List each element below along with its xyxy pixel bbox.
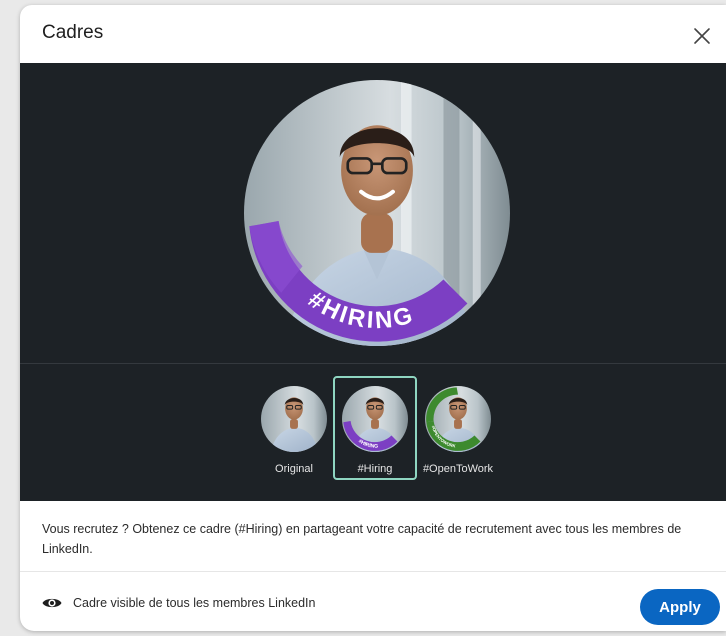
frame-option-label: #OpenToWork [422,463,494,475]
dialog-title: Cadres [42,22,104,43]
close-icon[interactable] [691,25,713,47]
dialog-header: Cadres [20,5,726,63]
frame-option-opentowork[interactable]: #OPENTOWORK [425,386,491,452]
frames-dialog: Cadres #HIRING Original #HIRING #Hiring … [20,5,726,631]
description-text: Vous recrutez ? Obtenez ce cadre (#Hirin… [42,522,682,556]
frame-option-label: Original [275,463,313,475]
dialog-footer: Cadre visible de tous les membres Linked… [20,572,726,631]
frame-option-label: #Hiring [357,463,393,475]
profile-photo-preview: #HIRING [244,80,510,346]
eye-icon [42,598,62,608]
frame-preview: #HIRING [20,63,726,363]
frame-option-hiring[interactable]: #HIRING [342,386,408,452]
apply-button[interactable]: Apply [640,589,720,625]
frame-selector: Original #HIRING #Hiring #OPENTOWORK #Op… [20,363,726,501]
frame-option-original[interactable] [261,386,327,452]
frame-description: Vous recrutez ? Obtenez ce cadre (#Hirin… [20,501,726,572]
visibility-text: Cadre visible de tous les membres Linked… [73,596,316,610]
